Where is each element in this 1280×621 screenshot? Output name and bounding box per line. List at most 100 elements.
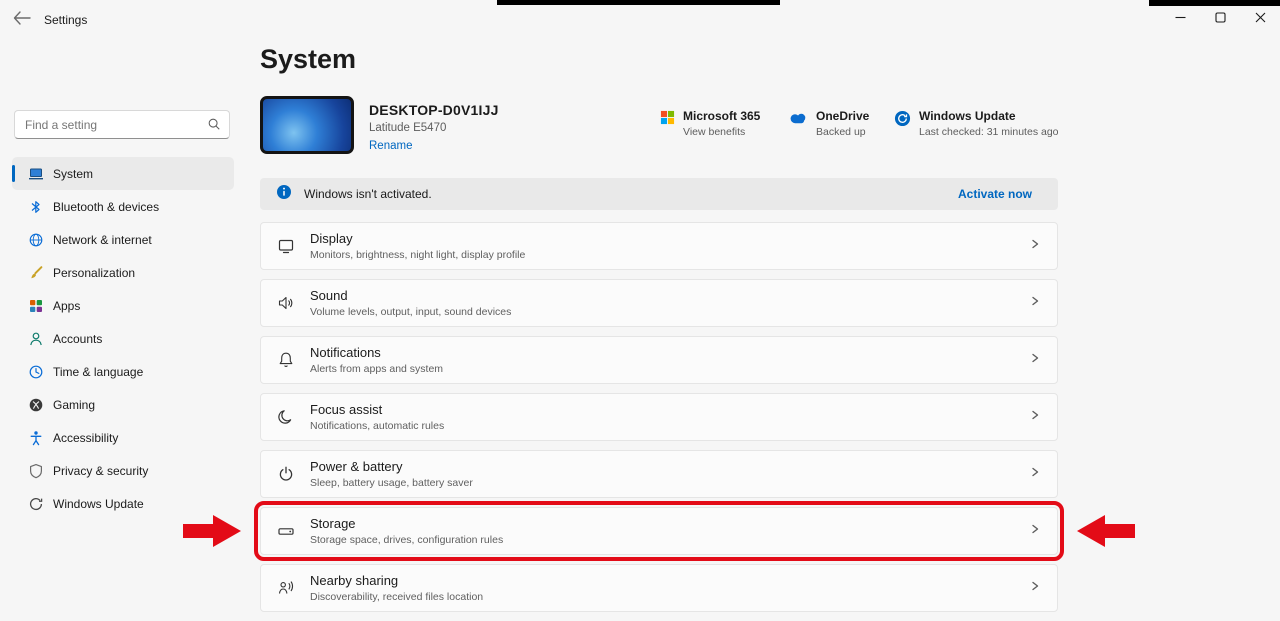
close-icon[interactable] [1240,4,1280,30]
maximize-icon[interactable] [1200,4,1240,30]
activation-banner: Windows isn't activated. Activate now [260,178,1058,210]
row-display[interactable]: Display Monitors, brightness, night ligh… [260,222,1058,270]
activate-now-link[interactable]: Activate now [958,187,1032,201]
update-refresh-icon [28,496,44,512]
row-text: Notifications Alerts from apps and syste… [310,345,1029,375]
sidebar-item-personalization[interactable]: Personalization [12,256,234,289]
sidebar-item-apps[interactable]: Apps [12,289,234,322]
search-box [14,110,230,139]
minimize-icon[interactable] [1160,4,1200,30]
device-thumbnail [260,96,354,154]
row-title: Focus assist [310,402,1029,417]
window-controls [1160,4,1280,30]
row-text: Display Monitors, brightness, night ligh… [310,231,1029,261]
sidebar-item-system[interactable]: System [12,157,234,190]
sound-icon [277,294,295,312]
sidebar-item-label: Bluetooth & devices [53,200,159,214]
sidebar-item-bluetooth-devices[interactable]: Bluetooth & devices [12,190,234,223]
sidebar-item-label: Windows Update [53,497,144,511]
xbox-icon [28,397,44,413]
status-card-title: Microsoft 365 [683,109,760,123]
row-subtitle: Sleep, battery usage, battery saver [310,477,1029,489]
sidebar-item-label: Apps [53,299,80,313]
banner-left: Windows isn't activated. [276,184,432,205]
sidebar-item-accounts[interactable]: Accounts [12,322,234,355]
sidebar-item-privacy-security[interactable]: Privacy & security [12,454,234,487]
sidebar-item-label: Accessibility [53,431,118,445]
row-subtitle: Notifications, automatic rules [310,420,1029,432]
chevron-right-icon [1029,351,1041,369]
clock-icon [28,364,44,380]
row-nearby-sharing[interactable]: Nearby sharing Discoverability, received… [260,564,1058,612]
chevron-right-icon [1029,522,1041,540]
row-text: Power & battery Sleep, battery usage, ba… [310,459,1029,489]
apps-grid-icon [28,298,44,314]
row-title: Storage [310,516,1029,531]
info-icon [276,184,292,205]
row-sound[interactable]: Sound Volume levels, output, input, soun… [260,279,1058,327]
row-subtitle: Monitors, brightness, night light, displ… [310,249,1029,261]
sidebar-item-label: Time & language [53,365,143,379]
row-notifications[interactable]: Notifications Alerts from apps and syste… [260,336,1058,384]
sidebar-item-label: Personalization [53,266,135,280]
device-info: DESKTOP-D0V1IJJ Latitude E5470 Rename [369,96,499,154]
row-title: Power & battery [310,459,1029,474]
back-icon[interactable] [12,10,36,28]
chevron-right-icon [1029,294,1041,312]
row-storage[interactable]: Storage Storage space, drives, configura… [260,507,1058,555]
row-text: Storage Storage space, drives, configura… [310,516,1029,546]
row-text: Nearby sharing Discoverability, received… [310,573,1029,603]
storage-drive-icon [277,522,295,540]
rename-link[interactable]: Rename [369,140,499,152]
sidebar-item-accessibility[interactable]: Accessibility [12,421,234,454]
titlebar: Settings [0,0,1280,36]
device-model: Latitude E5470 [369,122,499,134]
status-card-windows-update[interactable]: Windows Update Last checked: 31 minutes … [894,109,1059,138]
status-card-title: OneDrive [816,109,869,123]
chevron-right-icon [1029,408,1041,426]
row-title: Display [310,231,1029,246]
red-arrow-pointing-right [183,513,241,549]
bell-icon [277,351,295,369]
power-icon [277,465,295,483]
banner-message: Windows isn't activated. [304,187,432,201]
search-input[interactable] [23,112,205,137]
status-card-link[interactable]: View benefits [683,126,760,138]
windows-update-status-icon [894,110,911,132]
person-icon [28,331,44,347]
row-power-battery[interactable]: Power & battery Sleep, battery usage, ba… [260,450,1058,498]
sidebar-nav: System Bluetooth & devices Network & int… [12,157,234,520]
globe-icon [28,232,44,248]
row-title: Notifications [310,345,1029,360]
status-card-microsoft-365[interactable]: Microsoft 365 View benefits [660,109,760,138]
device-name: DESKTOP-D0V1IJJ [369,102,499,118]
nearby-sharing-icon [277,579,295,597]
sidebar-item-time-language[interactable]: Time & language [12,355,234,388]
status-card-title: Windows Update [919,109,1059,123]
screen-artifact-bar [1149,0,1280,6]
settings-list: Display Monitors, brightness, night ligh… [260,222,1058,621]
row-title: Sound [310,288,1029,303]
chevron-right-icon [1029,237,1041,255]
status-card-subtitle: Last checked: 31 minutes ago [919,126,1059,138]
shield-icon [28,463,44,479]
red-arrow-pointing-left [1077,513,1135,549]
status-card-onedrive[interactable]: OneDrive Backed up [788,109,869,138]
onedrive-cloud-icon [788,110,808,129]
row-title: Nearby sharing [310,573,1029,588]
row-focus-assist[interactable]: Focus assist Notifications, automatic ru… [260,393,1058,441]
chevron-right-icon [1029,579,1041,597]
device-card: DESKTOP-D0V1IJJ Latitude E5470 Rename [260,96,499,154]
status-card-text: Microsoft 365 View benefits [683,109,760,138]
sidebar-item-label: Gaming [53,398,95,412]
row-subtitle: Volume levels, output, input, sound devi… [310,306,1029,318]
status-card-subtitle: Backed up [816,126,869,138]
sidebar-item-label: Privacy & security [53,464,148,478]
window-title: Settings [44,13,87,27]
bluetooth-icon [28,199,44,215]
row-text: Sound Volume levels, output, input, soun… [310,288,1029,318]
sidebar-item-gaming[interactable]: Gaming [12,388,234,421]
sidebar-item-network-internet[interactable]: Network & internet [12,223,234,256]
microsoft-365-icon [660,110,675,130]
search-icon [207,117,221,136]
